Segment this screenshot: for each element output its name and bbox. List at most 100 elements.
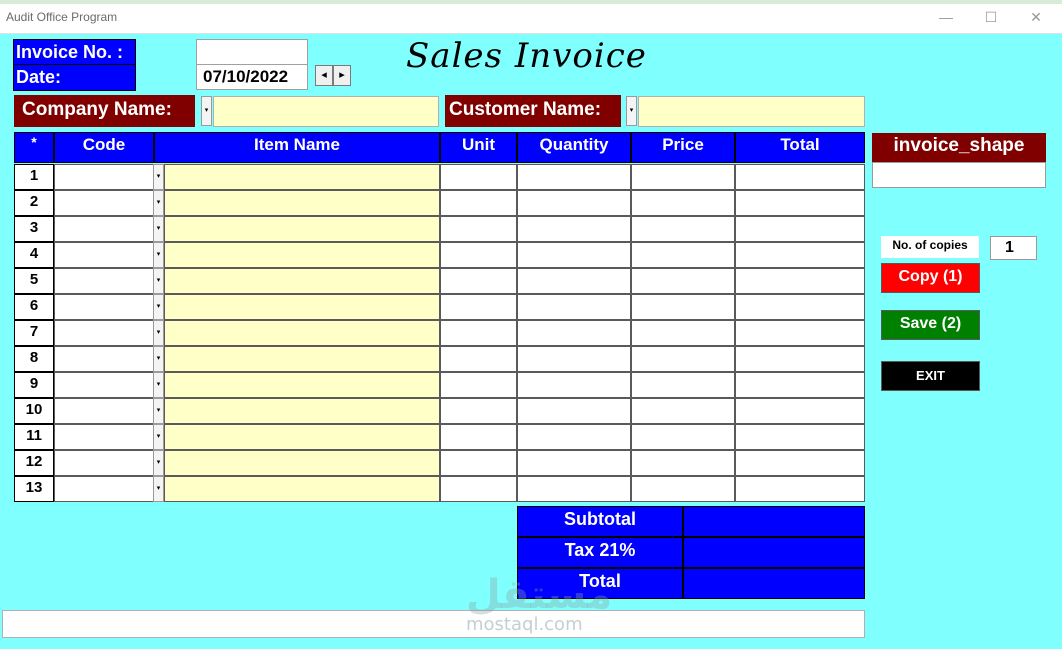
quantity-cell[interactable]	[517, 398, 631, 424]
unit-cell[interactable]	[440, 294, 517, 320]
close-button[interactable]: ✕	[1014, 6, 1058, 28]
minimize-button[interactable]: —	[924, 6, 968, 28]
item-name-cell[interactable]	[164, 268, 440, 294]
invoice-shape-field[interactable]	[872, 162, 1046, 188]
copies-field[interactable]: 1	[990, 236, 1037, 260]
code-cell[interactable]	[54, 450, 154, 476]
code-cell[interactable]	[54, 424, 154, 450]
unit-cell[interactable]	[440, 320, 517, 346]
code-cell[interactable]	[54, 346, 154, 372]
total-cell[interactable]	[735, 164, 865, 190]
code-dropdown-arrow[interactable]: ▾	[153, 268, 164, 294]
exit-button[interactable]: EXIT	[881, 361, 980, 391]
total-cell[interactable]	[735, 372, 865, 398]
code-dropdown-arrow[interactable]: ▾	[153, 164, 164, 190]
price-cell[interactable]	[631, 424, 735, 450]
total-cell[interactable]	[735, 294, 865, 320]
code-dropdown-arrow[interactable]: ▾	[153, 346, 164, 372]
price-cell[interactable]	[631, 320, 735, 346]
save-button[interactable]: Save (2)	[881, 310, 980, 340]
code-dropdown-arrow[interactable]: ▾	[153, 398, 164, 424]
quantity-cell[interactable]	[517, 320, 631, 346]
code-cell[interactable]	[54, 372, 154, 398]
total-cell[interactable]	[735, 320, 865, 346]
date-field[interactable]: 07/10/2022	[196, 64, 308, 90]
quantity-cell[interactable]	[517, 190, 631, 216]
quantity-cell[interactable]	[517, 242, 631, 268]
price-cell[interactable]	[631, 190, 735, 216]
code-dropdown-arrow[interactable]: ▾	[153, 450, 164, 476]
quantity-cell[interactable]	[517, 476, 631, 502]
code-dropdown-arrow[interactable]: ▾	[153, 320, 164, 346]
unit-cell[interactable]	[440, 476, 517, 502]
item-name-cell[interactable]	[164, 424, 440, 450]
quantity-cell[interactable]	[517, 216, 631, 242]
price-cell[interactable]	[631, 346, 735, 372]
quantity-cell[interactable]	[517, 424, 631, 450]
code-cell[interactable]	[54, 164, 154, 190]
quantity-cell[interactable]	[517, 268, 631, 294]
unit-cell[interactable]	[440, 216, 517, 242]
quantity-cell[interactable]	[517, 450, 631, 476]
unit-cell[interactable]	[440, 450, 517, 476]
unit-cell[interactable]	[440, 268, 517, 294]
total-cell[interactable]	[735, 450, 865, 476]
unit-cell[interactable]	[440, 372, 517, 398]
invoice-no-field[interactable]	[196, 39, 308, 65]
quantity-cell[interactable]	[517, 346, 631, 372]
code-cell[interactable]	[54, 320, 154, 346]
price-cell[interactable]	[631, 268, 735, 294]
total-cell[interactable]	[735, 346, 865, 372]
item-name-cell[interactable]	[164, 164, 440, 190]
unit-cell[interactable]	[440, 346, 517, 372]
code-cell[interactable]	[54, 294, 154, 320]
total-cell[interactable]	[735, 476, 865, 502]
code-dropdown-arrow[interactable]: ▾	[153, 476, 164, 502]
date-next-button[interactable]: ▸	[333, 65, 351, 86]
item-name-cell[interactable]	[164, 450, 440, 476]
unit-cell[interactable]	[440, 424, 517, 450]
price-cell[interactable]	[631, 476, 735, 502]
total-cell[interactable]	[735, 216, 865, 242]
price-cell[interactable]	[631, 242, 735, 268]
total-cell[interactable]	[735, 398, 865, 424]
code-dropdown-arrow[interactable]: ▾	[153, 372, 164, 398]
customer-name-field[interactable]	[638, 96, 865, 127]
code-dropdown-arrow[interactable]: ▾	[153, 216, 164, 242]
price-cell[interactable]	[631, 294, 735, 320]
total-cell[interactable]	[735, 190, 865, 216]
code-dropdown-arrow[interactable]: ▾	[153, 294, 164, 320]
company-name-field[interactable]	[213, 96, 439, 127]
code-dropdown-arrow[interactable]: ▾	[153, 242, 164, 268]
item-name-cell[interactable]	[164, 398, 440, 424]
unit-cell[interactable]	[440, 164, 517, 190]
customer-dropdown-arrow[interactable]: ▾	[626, 96, 637, 126]
code-cell[interactable]	[54, 190, 154, 216]
quantity-cell[interactable]	[517, 294, 631, 320]
unit-cell[interactable]	[440, 242, 517, 268]
price-cell[interactable]	[631, 164, 735, 190]
price-cell[interactable]	[631, 450, 735, 476]
total-cell[interactable]	[735, 242, 865, 268]
item-name-cell[interactable]	[164, 346, 440, 372]
unit-cell[interactable]	[440, 398, 517, 424]
unit-cell[interactable]	[440, 190, 517, 216]
item-name-cell[interactable]	[164, 320, 440, 346]
code-cell[interactable]	[54, 476, 154, 502]
total-cell[interactable]	[735, 424, 865, 450]
code-cell[interactable]	[54, 216, 154, 242]
date-prev-button[interactable]: ◂	[315, 65, 333, 86]
code-dropdown-arrow[interactable]: ▾	[153, 190, 164, 216]
copy-button[interactable]: Copy (1)	[881, 263, 980, 293]
code-cell[interactable]	[54, 242, 154, 268]
price-cell[interactable]	[631, 216, 735, 242]
price-cell[interactable]	[631, 398, 735, 424]
code-cell[interactable]	[54, 398, 154, 424]
item-name-cell[interactable]	[164, 242, 440, 268]
item-name-cell[interactable]	[164, 294, 440, 320]
item-name-cell[interactable]	[164, 216, 440, 242]
price-cell[interactable]	[631, 372, 735, 398]
total-cell[interactable]	[735, 268, 865, 294]
maximize-button[interactable]: ☐	[969, 6, 1013, 28]
company-dropdown-arrow[interactable]: ▾	[201, 96, 212, 126]
